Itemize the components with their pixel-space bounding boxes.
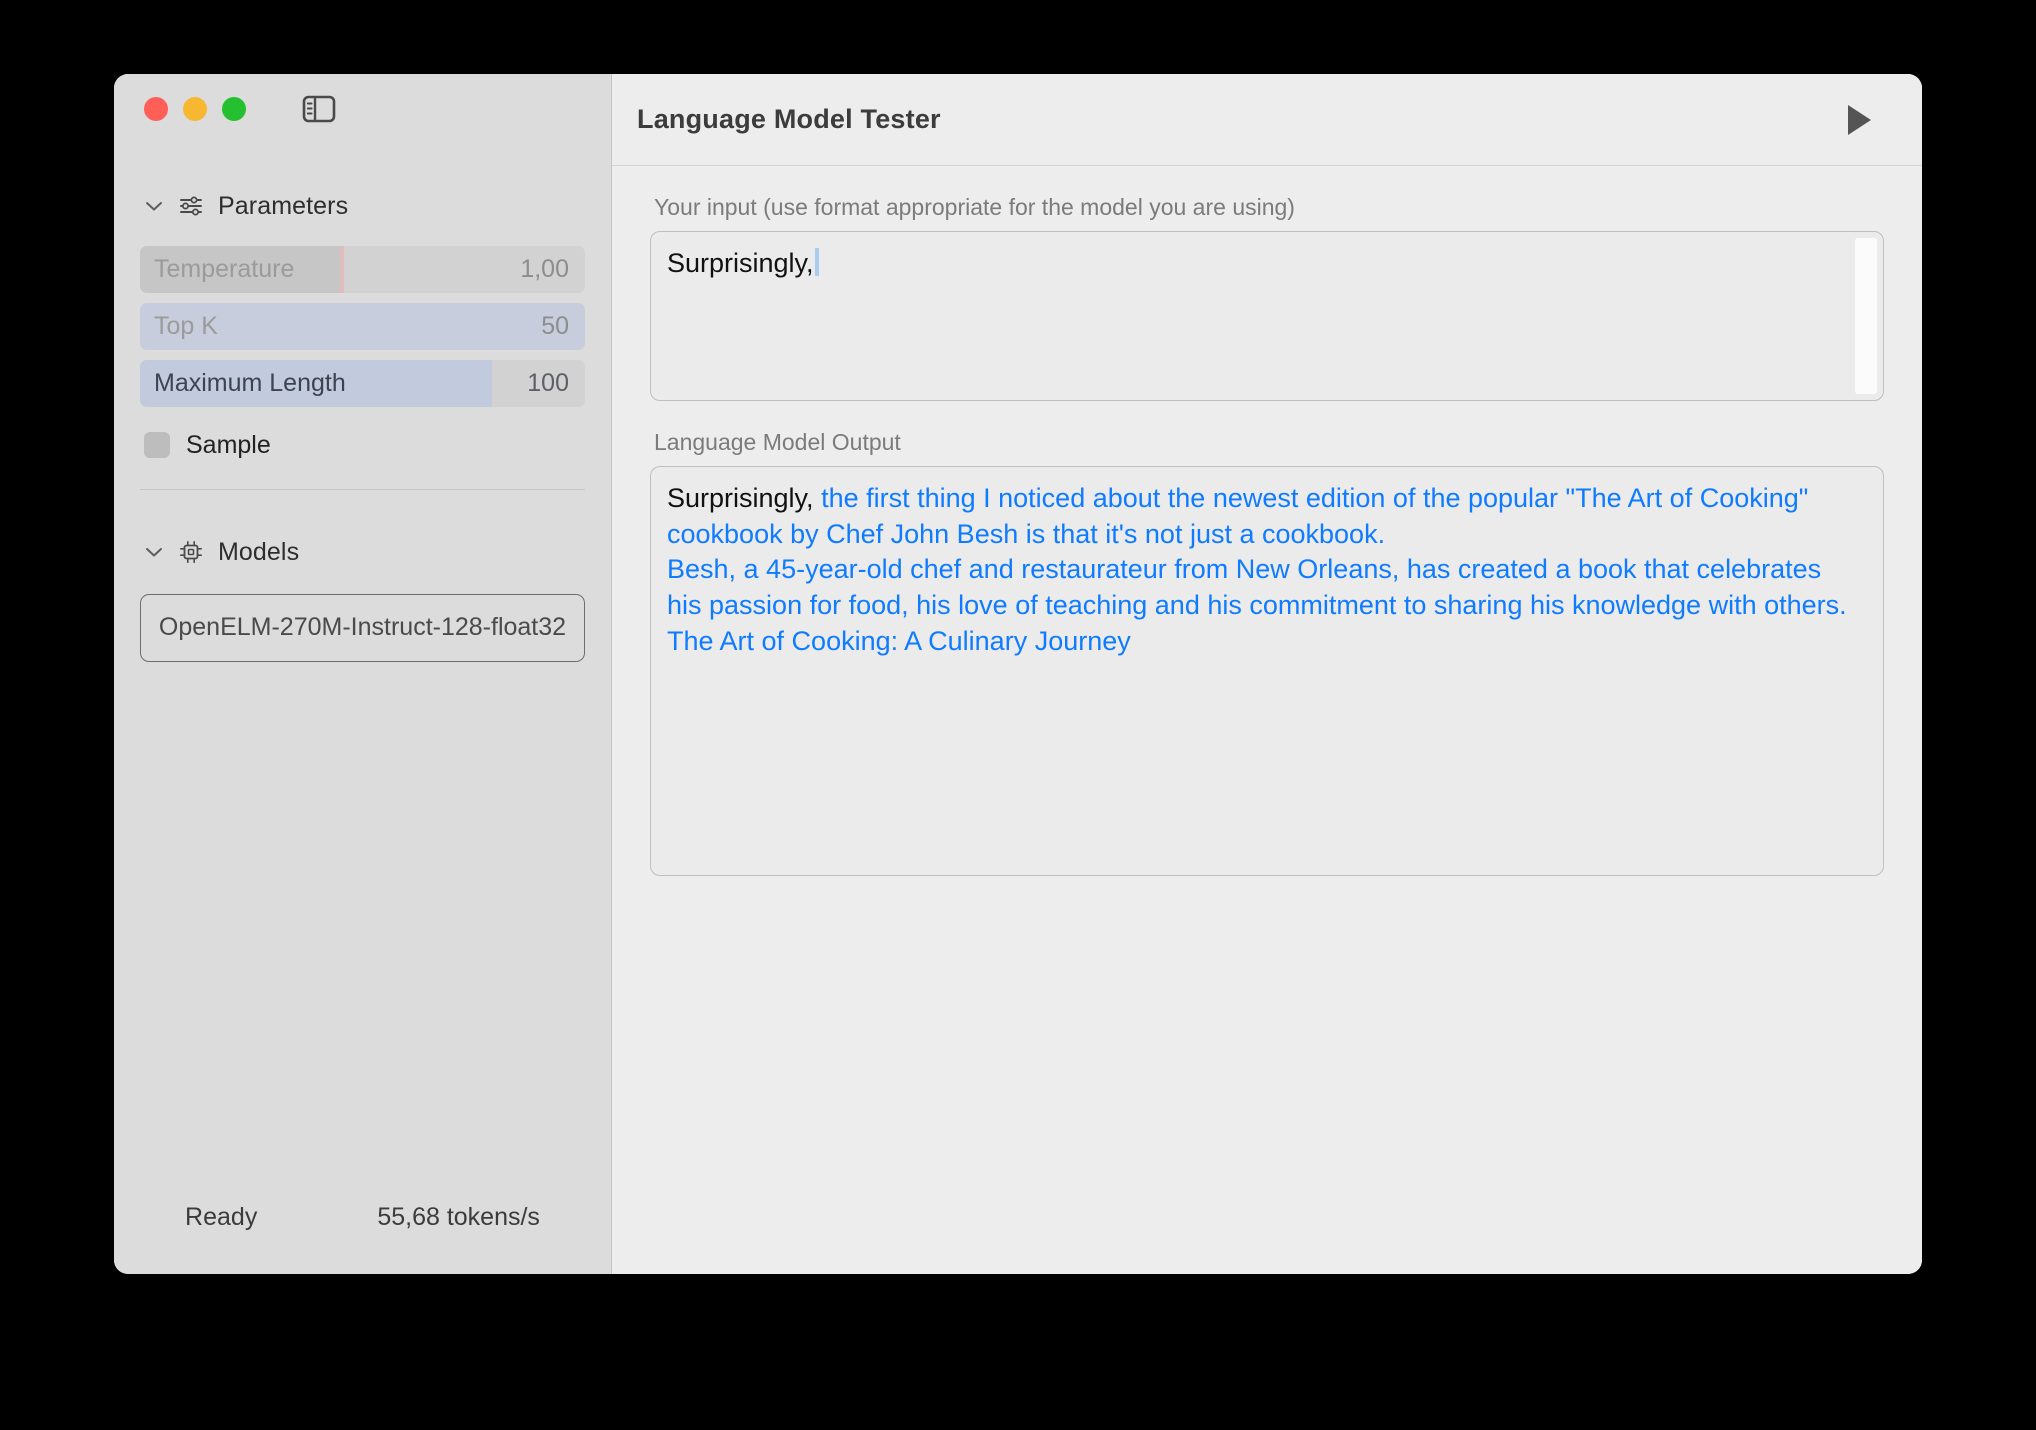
sample-label: Sample	[186, 430, 271, 459]
status-bar: Ready 55,68 tokens/s	[114, 1203, 611, 1274]
sidebar-divider	[140, 489, 585, 490]
sample-checkbox[interactable]	[144, 432, 170, 458]
output-generated-text: the first thing I noticed about the newe…	[667, 483, 1847, 656]
model-selector-button[interactable]: OpenELM-270M-Instruct-128-float32	[140, 594, 585, 662]
output-textarea[interactable]: Surprisingly, the first thing I noticed …	[650, 466, 1884, 876]
section-label-models: Models	[218, 537, 300, 566]
page-title: Language Model Tester	[637, 104, 941, 134]
section-header-parameters[interactable]: Parameters	[140, 182, 585, 230]
param-label-temperature: Temperature	[154, 255, 295, 283]
param-label-top-k: Top K	[154, 312, 218, 340]
chip-icon	[177, 538, 205, 566]
output-prompt-echo: Surprisingly,	[667, 483, 814, 513]
input-field-label: Your input (use format appropriate for t…	[654, 194, 1295, 220]
input-scrollbar[interactable]	[1855, 238, 1877, 394]
output-text: Surprisingly, the first thing I noticed …	[651, 467, 1883, 673]
param-marker-temperature	[340, 246, 345, 293]
status-state: Ready	[185, 1203, 258, 1231]
main-header: Language Model Tester	[612, 74, 1922, 166]
sidebar-toggle-icon[interactable]	[298, 92, 340, 126]
main-pane: Language Model Tester Your input (use fo…	[612, 74, 1922, 1274]
maximize-button[interactable]	[222, 97, 246, 121]
param-value-maximum-length: 100	[527, 369, 569, 397]
section-label-parameters: Parameters	[218, 191, 349, 220]
chevron-down-icon[interactable]	[144, 196, 164, 216]
close-button[interactable]	[144, 97, 168, 121]
play-icon[interactable]	[1836, 97, 1882, 143]
input-value: Surprisingly,	[667, 248, 814, 278]
status-throughput: 55,68 tokens/s	[377, 1203, 540, 1231]
output-field-label: Language Model Output	[654, 429, 901, 455]
sample-checkbox-row[interactable]: Sample	[140, 421, 585, 469]
window-controls	[114, 74, 611, 144]
input-text[interactable]: Surprisingly,	[651, 232, 1883, 296]
param-value-top-k: 50	[541, 312, 569, 340]
main-body: Your input (use format appropriate for t…	[612, 166, 1922, 876]
text-caret	[814, 248, 819, 276]
sidebar: Parameters Temperature 1,00 Top K 50 Max…	[114, 74, 612, 1274]
input-textarea[interactable]: Surprisingly,	[650, 231, 1884, 401]
param-value-temperature: 1,00	[520, 255, 569, 283]
minimize-button[interactable]	[183, 97, 207, 121]
param-row-top-k[interactable]: Top K 50	[140, 303, 585, 350]
app-window: Parameters Temperature 1,00 Top K 50 Max…	[114, 74, 1922, 1274]
param-row-maximum-length[interactable]: Maximum Length 100	[140, 360, 585, 407]
param-label-maximum-length: Maximum Length	[154, 369, 346, 397]
section-header-models[interactable]: Models	[140, 528, 585, 576]
chevron-down-icon[interactable]	[144, 542, 164, 562]
param-row-temperature[interactable]: Temperature 1,00	[140, 246, 585, 293]
sliders-icon	[177, 192, 205, 220]
sidebar-content: Parameters Temperature 1,00 Top K 50 Max…	[114, 144, 611, 662]
